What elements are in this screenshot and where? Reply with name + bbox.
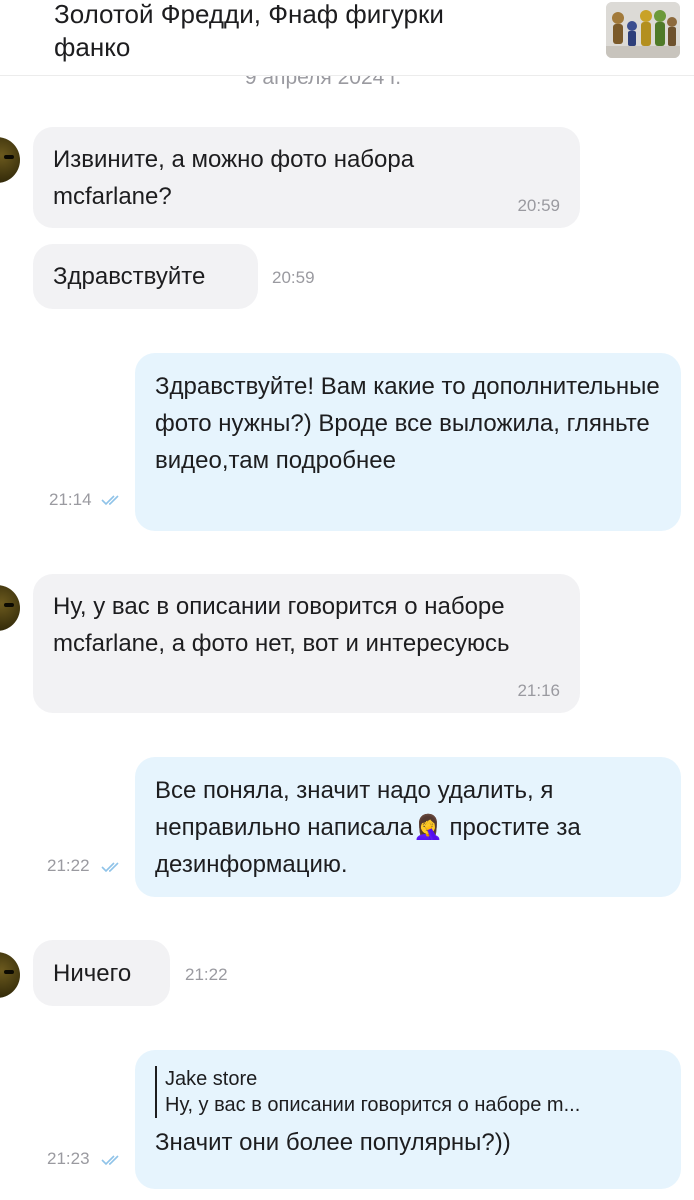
message-text: Извините, а можно фото набора mcfarlane? (53, 146, 415, 210)
message-bubble-incoming[interactable]: Ну, у вас в описании говорится о наборе … (33, 574, 580, 713)
product-thumbnail[interactable] (606, 2, 680, 58)
message-bubble-incoming[interactable]: Ничего (33, 940, 170, 1006)
double-check-icon (101, 1155, 119, 1166)
double-check-icon (101, 495, 119, 506)
message-text: Здравствуйте! Вам какие то дополнительны… (155, 373, 660, 474)
double-check-icon (101, 862, 119, 873)
message-text: Значит они более популярны?)) (155, 1129, 511, 1156)
message-time: 20:59 (517, 196, 560, 215)
message-time: 21:22 (47, 856, 90, 875)
message-bubble-outgoing[interactable]: Здравствуйте! Вам какие то дополнительны… (135, 353, 681, 531)
facepalm-emoji-icon: 🤦‍♀️ (412, 814, 443, 841)
listing-title[interactable]: Золотой Фредди, Фнаф фигурки фанко (54, 0, 524, 64)
message-bubble-outgoing[interactable]: Все поняла, значит надо удалить, я непра… (135, 757, 681, 897)
message-bubble-incoming[interactable]: Извините, а можно фото набора mcfarlane?… (33, 127, 580, 228)
avatar[interactable] (0, 137, 20, 183)
message-text: Все поняла, значит надо удалить, я непра… (155, 772, 660, 883)
quoted-author: Jake store (165, 1068, 258, 1090)
message-bubble-outgoing[interactable]: Jake store Ну, у вас в описании говоритс… (135, 1050, 681, 1189)
figures-photo-icon (606, 2, 680, 58)
message-time: 21:22 (185, 965, 228, 984)
message-text: Ну, у вас в описании говорится о наборе … (53, 593, 510, 657)
message-bubble-incoming[interactable]: Здравствуйте (33, 244, 258, 309)
quoted-message[interactable]: Jake store Ну, у вас в описании говоритс… (155, 1066, 661, 1118)
avatar[interactable] (0, 952, 20, 998)
avatar-eye (4, 970, 14, 974)
avatar-eye (4, 155, 14, 159)
message-time: 20:59 (272, 268, 315, 287)
message-text: Ничего (53, 960, 132, 987)
message-time: 21:16 (517, 681, 560, 700)
avatar-eye (4, 603, 14, 607)
message-time: 21:14 (49, 490, 92, 509)
chat-header: Золотой Фредди, Фнаф фигурки фанко (0, 0, 694, 76)
message-text: Здравствуйте (53, 263, 206, 290)
message-time: 21:23 (47, 1149, 90, 1168)
avatar[interactable] (0, 585, 20, 631)
quoted-text: Ну, у вас в описании говорится о наборе … (165, 1094, 581, 1116)
